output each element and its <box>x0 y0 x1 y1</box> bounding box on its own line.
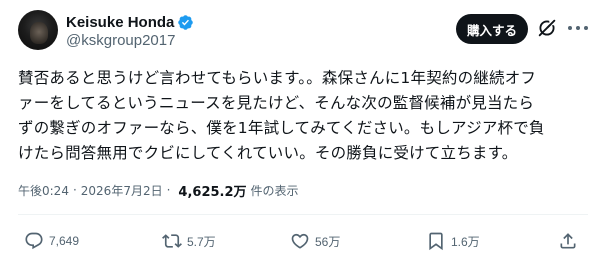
post-text-line: けたら問答無用でクビにしてくれていい。その勝負に受けて立ちます。 <box>18 144 518 162</box>
reply-icon <box>25 232 43 250</box>
more-dot <box>576 26 580 30</box>
post-metadata: 午後0:24 · 2026年7月2日 · 4,625.2万 件の表示 <box>18 180 299 200</box>
post-date[interactable]: 2026年7月2日 <box>81 182 163 199</box>
avatar[interactable] <box>18 10 58 50</box>
author-name-row: Keisuke Honda <box>66 12 194 32</box>
post-text-line: ァーをしてるというニュースを見たけど、そんな次の監督候補が見当たら <box>18 94 535 112</box>
view-count-label: 件の表示 <box>250 183 299 198</box>
grok-icon[interactable] <box>536 17 558 39</box>
reply-count: 7,649 <box>49 234 80 248</box>
divider <box>18 214 588 215</box>
post-time[interactable]: 午後0:24 <box>18 182 69 199</box>
author-display-name[interactable]: Keisuke Honda <box>66 14 174 31</box>
bookmark-button[interactable]: 1.6万 <box>426 228 480 254</box>
more-options-icon[interactable] <box>568 20 588 36</box>
meta-separator: · <box>166 183 171 197</box>
more-dot <box>584 26 588 30</box>
like-button[interactable]: 56万 <box>290 228 340 254</box>
repost-button[interactable]: 5.7万 <box>162 228 216 254</box>
heart-icon <box>291 233 309 249</box>
post-text: 賛否あると思うけど言わせてもらいます。。森保さんに1年契約の継続オフ ァーをして… <box>18 66 588 166</box>
bookmark-count: 1.6万 <box>451 234 480 249</box>
repost-icon <box>162 234 182 248</box>
avatar-face <box>30 22 48 44</box>
more-dot <box>568 26 572 30</box>
subscribe-button[interactable]: 購入する <box>456 14 528 44</box>
action-bar: 7,649 5.7万 56万 1.6万 <box>0 228 602 254</box>
reply-button[interactable]: 7,649 <box>24 228 79 254</box>
view-count: 4,625.2万 <box>178 184 247 200</box>
verified-badge-icon <box>178 14 194 30</box>
repost-count: 5.7万 <box>187 234 216 249</box>
post-text-line: ずの繋ぎのオファーなら、僕を1年試してみてください。もしアジア杯で負 <box>18 119 545 137</box>
bookmark-icon <box>429 232 443 251</box>
share-button[interactable] <box>558 228 578 254</box>
share-icon <box>560 233 576 249</box>
post-card: Keisuke Honda @kskgroup2017 購入する 賛否あると思う… <box>0 0 602 255</box>
post-text-line: 賛否あると思うけど言わせてもらいます。。森保さんに1年契約の継続オフ <box>18 69 537 87</box>
like-count: 56万 <box>315 234 341 249</box>
meta-separator: · <box>72 183 77 197</box>
author-handle[interactable]: @kskgroup2017 <box>66 32 175 49</box>
